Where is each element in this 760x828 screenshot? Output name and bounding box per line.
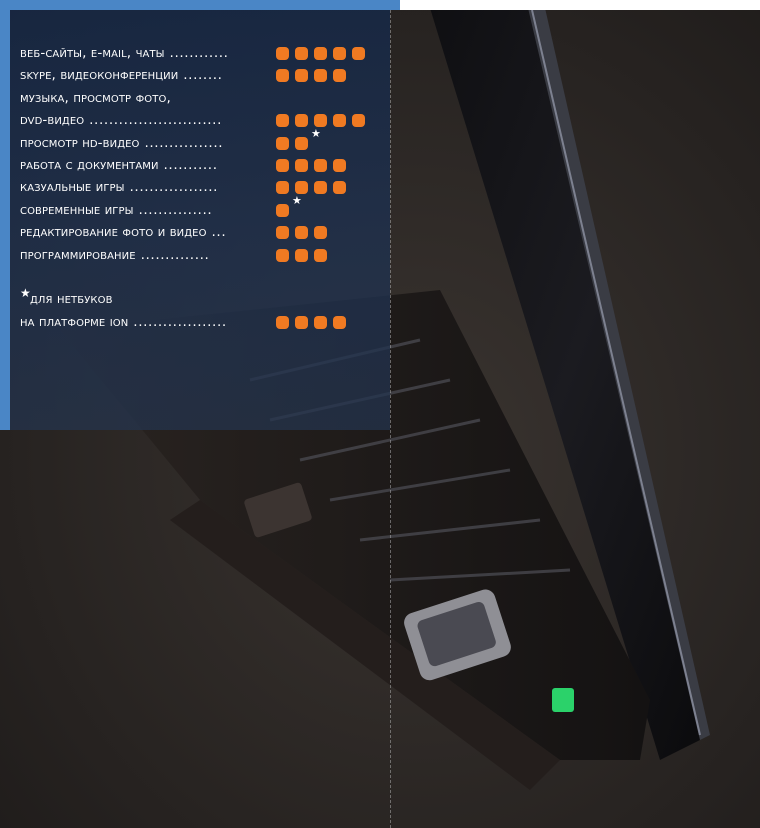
rating-row: Работа с документами ...........	[20, 154, 380, 176]
leader-dots: ...............	[133, 201, 213, 218]
rating-square	[276, 158, 289, 172]
star-icon: ★	[311, 126, 321, 140]
leader-dots: ...................	[128, 313, 227, 330]
leader-dots: ............	[164, 45, 229, 61]
rating-square	[295, 136, 308, 150]
leader-dots: ..............	[135, 246, 210, 263]
leader-dots: ...	[206, 224, 227, 241]
leader-dots: ...........................	[84, 112, 223, 129]
rating-square	[352, 114, 365, 128]
rating-square	[333, 315, 346, 329]
rating-square	[295, 69, 308, 83]
rating-square	[314, 158, 327, 172]
rating-square	[333, 181, 346, 195]
rating-label: Современные игры	[20, 201, 134, 218]
rating-square	[276, 315, 289, 329]
rating-square	[295, 47, 308, 60]
leader-dots: ........	[178, 67, 223, 84]
rating-label: Просмотр HD-видео	[20, 134, 140, 151]
rating-square	[352, 47, 365, 60]
rating-label: Работа с документами	[20, 156, 159, 173]
footnote-text: Для нетбуков	[30, 291, 113, 308]
rating-square	[295, 158, 308, 172]
rating-square	[314, 47, 327, 60]
rating-square	[333, 114, 346, 128]
rating-row: Музыка, просмотр фото,	[20, 87, 380, 109]
rating-label: Редактирование фото и видео	[20, 224, 207, 241]
fold-line	[390, 10, 391, 828]
rating-label: Казуальные игры	[20, 179, 125, 196]
rating-square	[333, 47, 346, 60]
rating-row: Современные игры ............... ★	[20, 195, 380, 221]
rating-list: Веб-сайты, e-mail, чаты ............ Skyp…	[20, 42, 380, 333]
footnote-text: на платформе ION	[20, 313, 129, 330]
rating-row: Программирование ..............	[20, 244, 380, 266]
rating-square	[333, 69, 346, 83]
rating-square	[295, 226, 308, 240]
rating-label: Программирование	[20, 246, 136, 263]
star-icon: ★	[20, 286, 31, 301]
rating-square	[314, 226, 327, 240]
rating-square	[314, 248, 327, 262]
top-edge	[390, 0, 760, 10]
rating-square	[276, 114, 289, 128]
rating-square	[314, 69, 327, 83]
rating-square	[276, 226, 289, 240]
star-icon: ★	[292, 193, 302, 207]
footnote-row: ★ Для нетбуков	[20, 286, 380, 310]
rating-square	[314, 315, 327, 329]
panel-top-bar	[10, 0, 400, 10]
rating-square	[314, 114, 327, 128]
rating-square	[276, 181, 289, 195]
rating-square	[276, 47, 289, 60]
rating-square	[295, 315, 308, 329]
rating-square	[295, 114, 308, 128]
rating-label: Веб-сайты, e-mail, чаты	[20, 45, 165, 61]
leader-dots: ................	[139, 134, 224, 151]
rating-square	[276, 203, 289, 217]
leader-dots: ..................	[124, 179, 219, 196]
rating-square	[276, 136, 289, 150]
rating-square	[314, 181, 327, 195]
rating-square	[333, 158, 346, 172]
rating-row: Skype, видеоконференции ........	[20, 64, 380, 86]
rating-square	[295, 181, 308, 195]
rating-row: Редактирование фото и видео ...	[20, 221, 380, 243]
rating-row: Просмотр HD-видео ................ ★	[20, 128, 380, 154]
rating-row: DVD-видео ...........................	[20, 109, 380, 131]
rating-square	[295, 248, 308, 262]
leader-dots: ...........	[158, 156, 218, 173]
rating-label: Skype, видеоконференции	[20, 67, 179, 84]
rating-row: Казуальные игры ..................	[20, 176, 380, 198]
rating-square	[276, 69, 289, 83]
footnote-row: на платформе ION ...................	[20, 311, 380, 333]
rating-label: DVD-видео	[20, 112, 85, 129]
rating-square	[276, 248, 289, 262]
rating-label: Музыка, просмотр фото,	[20, 89, 171, 106]
rating-row: Веб-сайты, e-mail, чаты ............	[20, 42, 380, 64]
